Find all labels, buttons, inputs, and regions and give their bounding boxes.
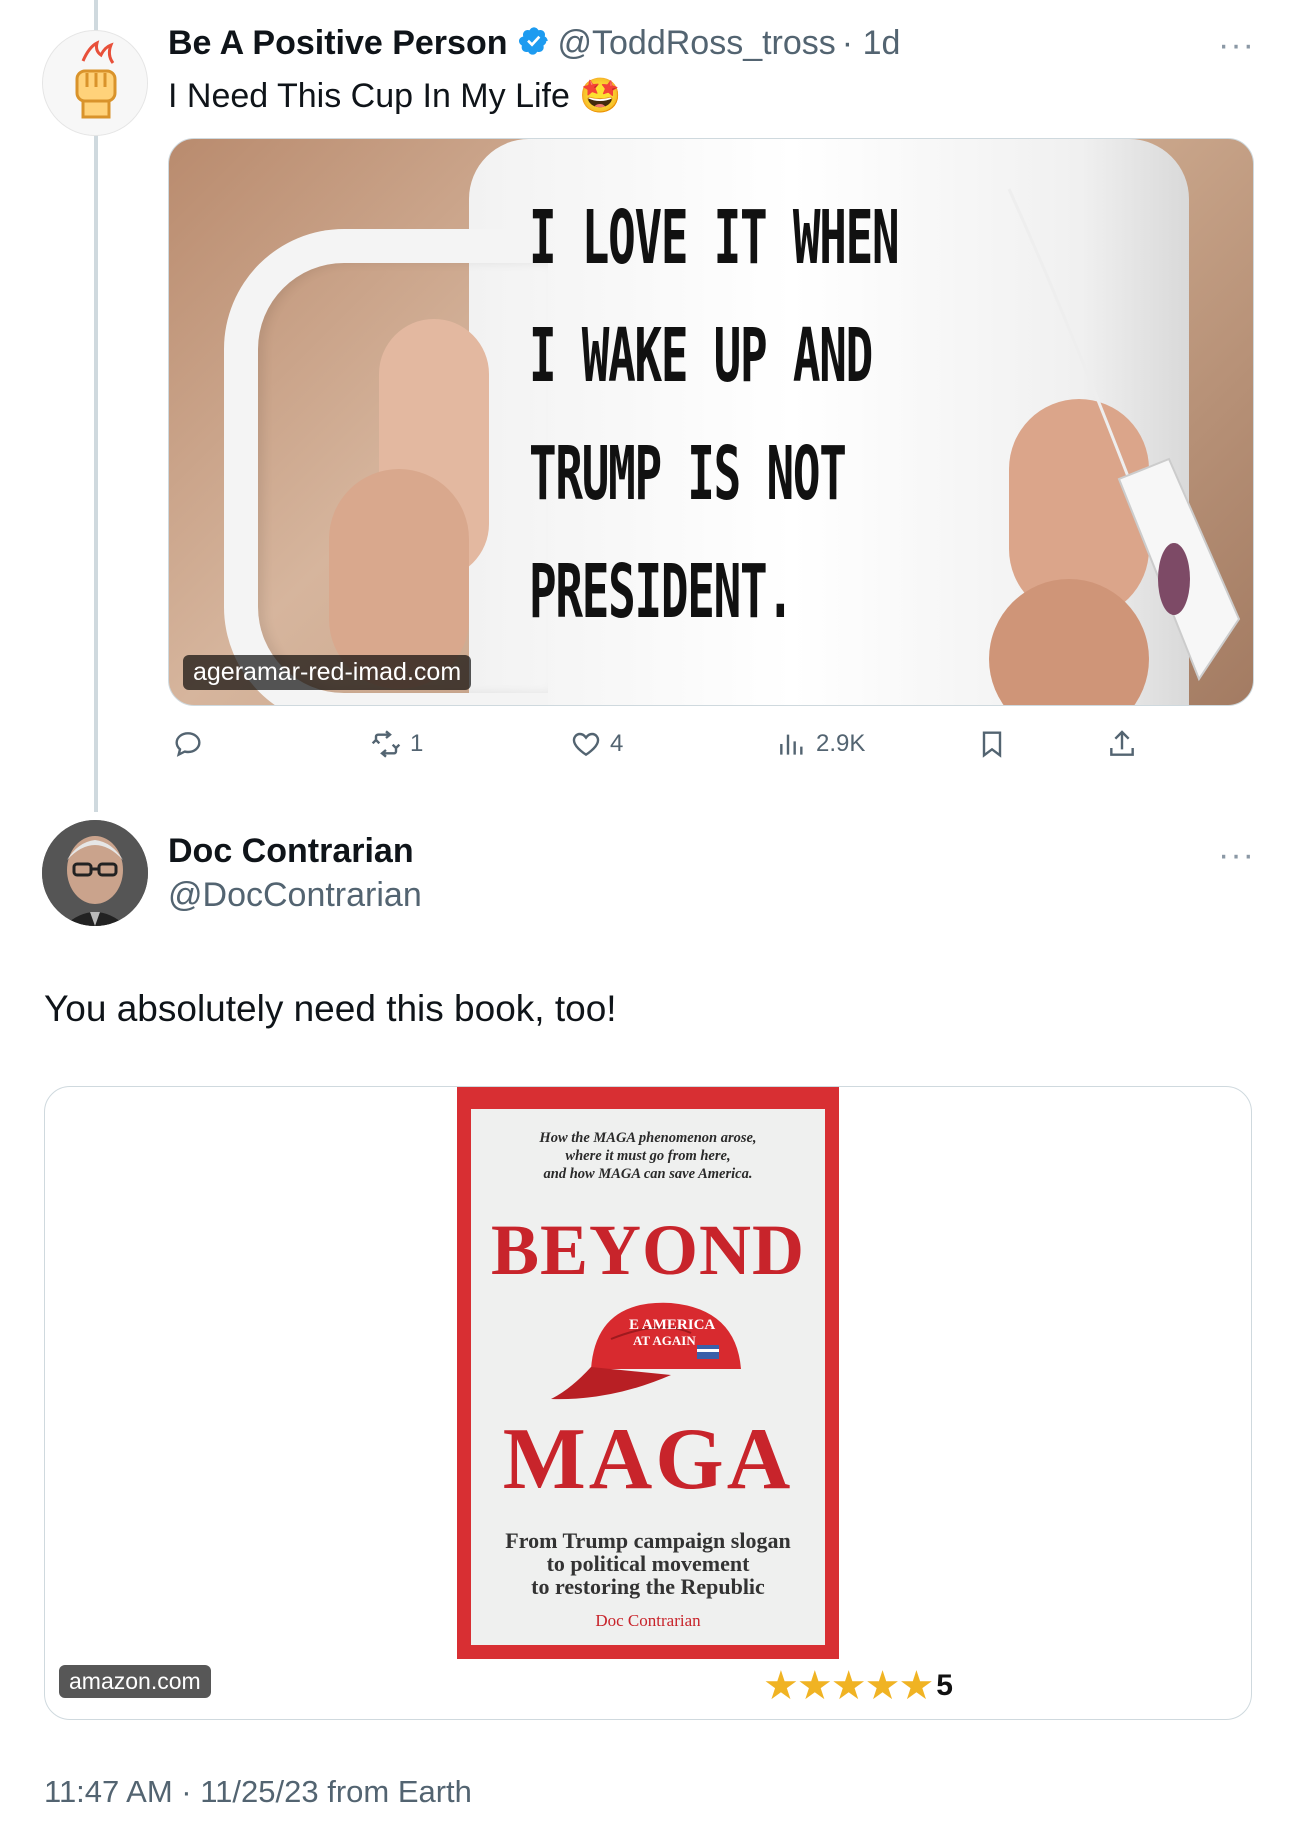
mug-line-3: TRUMP IS NOT <box>529 431 847 517</box>
tea-bag-icon <box>1007 188 1241 682</box>
tweet1-more-icon[interactable]: ··· <box>1218 26 1255 65</box>
mug-line-1: I LOVE IT WHEN <box>529 195 900 281</box>
tweet2-text: You absolutely need this book, too! <box>44 988 617 1029</box>
retweet-icon <box>371 730 401 758</box>
tweet2-handle[interactable]: @DocContrarian <box>168 876 422 915</box>
views-bar-chart-icon <box>780 734 803 755</box>
bookmark-button[interactable] <box>976 728 1016 760</box>
book-title-top: BEYOND <box>490 1210 806 1290</box>
book-tagline-line-3: and how MAGA can save America. <box>543 1166 753 1182</box>
rating-value: 5 <box>936 1669 953 1702</box>
cap-text-line-1: E AMERICA <box>629 1317 715 1333</box>
mug-line-4: PRESIDENT. <box>529 549 794 635</box>
tweet2-timestamp[interactable]: 11:47 AM · 11/25/23 from Earth <box>44 1774 472 1810</box>
views-button[interactable]: 2.9K <box>776 728 865 760</box>
heart-icon <box>572 732 600 757</box>
tweet1-handle[interactable]: @ToddRoss_tross <box>558 24 836 63</box>
rating-row: ★★★★★ 5 <box>763 1663 953 1709</box>
five-stars-icon: ★★★★★ <box>763 1664 934 1708</box>
reply-icon <box>175 732 201 757</box>
tweet1-author-name[interactable]: Be A Positive Person <box>168 24 508 63</box>
book-tagline: How the MAGA phenomenon arose, where it … <box>471 1129 825 1183</box>
media-domain-label[interactable]: ageramar-red-imad.com <box>183 655 472 690</box>
tweet2-avatar[interactable] <box>42 820 148 926</box>
reply-button[interactable] <box>172 728 212 760</box>
mug-text: I LOVE IT WHEN I WAKE UP AND TRUMP IS NO… <box>529 179 900 651</box>
book-subtitle-line-1: From Trump campaign slogan <box>505 1528 791 1553</box>
book-subtitle-line-2: to political movement <box>546 1551 750 1576</box>
like-button[interactable]: 4 <box>570 728 623 760</box>
views-count: 2.9K <box>816 730 866 757</box>
verified-badge-icon <box>518 25 550 62</box>
tweet1-header: Be A Positive Person @ToddRoss_tross · 1… <box>168 24 900 63</box>
book-tagline-line-2: where it must go from here, <box>565 1148 731 1164</box>
card-domain-label[interactable]: amazon.com <box>59 1665 211 1698</box>
portrait-avatar-icon <box>42 820 148 926</box>
book-title-bottom: MAGA <box>502 1411 794 1508</box>
bookmark-icon <box>982 731 1002 758</box>
red-cap-icon: E AMERICA AT AGAIN <box>551 1302 741 1400</box>
book-cover: How the MAGA phenomenon arose, where it … <box>457 1087 839 1659</box>
book-subtitle: From Trump campaign slogan to political … <box>471 1529 825 1598</box>
amazon-link-card[interactable]: How the MAGA phenomenon arose, where it … <box>44 1086 1252 1720</box>
retweet-count: 1 <box>410 730 424 757</box>
tweet2-more-icon[interactable]: ··· <box>1218 836 1255 875</box>
cap-text-line-2: AT AGAIN <box>633 1333 696 1348</box>
like-count: 4 <box>610 730 624 757</box>
fist-flame-icon <box>43 31 147 135</box>
share-button[interactable] <box>1106 728 1146 760</box>
book-tagline-line-1: How the MAGA phenomenon arose, <box>539 1130 757 1146</box>
book-subtitle-line-3: to restoring the Republic <box>531 1574 765 1599</box>
book-cover-inner: How the MAGA phenomenon arose, where it … <box>471 1109 825 1645</box>
book-author: Doc Contrarian <box>595 1611 701 1630</box>
tweet1-avatar[interactable] <box>42 30 148 136</box>
mug-line-2: I WAKE UP AND <box>529 313 873 399</box>
tweet1-media-image[interactable]: I LOVE IT WHEN I WAKE UP AND TRUMP IS NO… <box>168 138 1254 706</box>
tweet1-text: I Need This Cup In My Life 🤩 <box>168 76 622 116</box>
retweet-button[interactable]: 1 <box>370 728 423 760</box>
tweet1-text-content: I Need This Cup In My Life <box>168 77 570 115</box>
star-struck-emoji-icon: 🤩 <box>579 77 622 115</box>
share-icon <box>1110 730 1134 756</box>
tweet1-time[interactable]: · 1d <box>842 24 901 63</box>
tweet2-author-name[interactable]: Doc Contrarian <box>168 832 414 871</box>
